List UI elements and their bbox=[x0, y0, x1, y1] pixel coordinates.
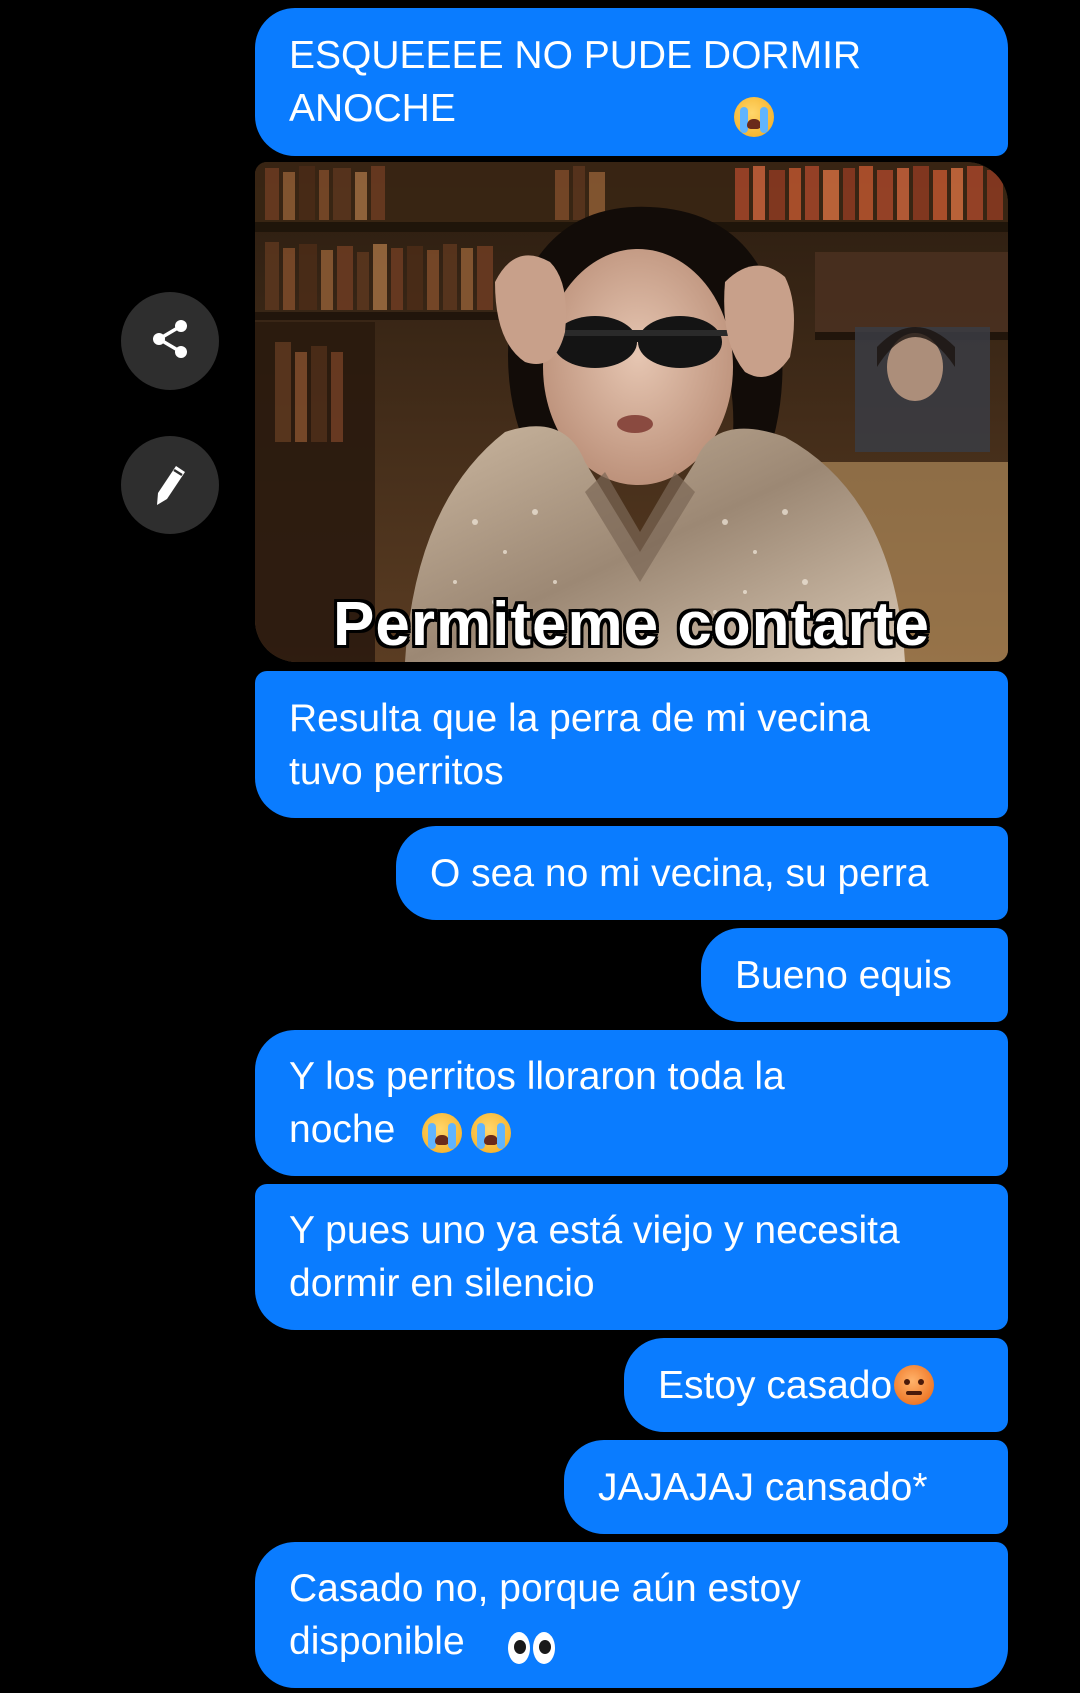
message-text: Y pues uno ya está viejo y necesita dorm… bbox=[289, 1209, 900, 1305]
message-thread: ESQUEEEE NO PUDE DORMIR ANOCHE Permiteme… bbox=[0, 0, 1080, 1693]
share-icon bbox=[148, 317, 192, 366]
loudly-crying-face-emoji bbox=[422, 1113, 462, 1153]
loudly-crying-face-emoji bbox=[471, 1113, 511, 1153]
message-text: Y los perritos lloraron toda la noche bbox=[289, 1055, 785, 1151]
pencil-icon bbox=[148, 461, 192, 510]
meme-picture bbox=[255, 162, 1008, 662]
message-text: Estoy casado bbox=[658, 1363, 893, 1407]
message-bubble[interactable]: ESQUEEEE NO PUDE DORMIR ANOCHE bbox=[255, 8, 1008, 156]
message-bubble[interactable]: Estoy casado bbox=[624, 1338, 1008, 1432]
message-text: O sea no mi vecina, su perra bbox=[430, 851, 929, 895]
meme-caption: Permiteme contarte bbox=[333, 590, 930, 659]
message-bubble[interactable]: Y pues uno ya está viejo y necesita dorm… bbox=[255, 1184, 1008, 1330]
message-text: ESQUEEEE NO PUDE DORMIR ANOCHE bbox=[289, 34, 862, 130]
eyes-emoji bbox=[508, 1630, 556, 1666]
message-text: Bueno equis bbox=[735, 953, 952, 997]
share-button[interactable] bbox=[121, 292, 219, 390]
angry-face-emoji bbox=[894, 1365, 935, 1405]
meme-image[interactable]: Permiteme contarte bbox=[255, 162, 1008, 662]
loudly-crying-face-emoji bbox=[734, 97, 774, 137]
message-bubble[interactable]: Casado no, porque aún estoy disponible bbox=[255, 1542, 1008, 1688]
message-bubble[interactable]: JAJAJAJ cansado* bbox=[564, 1440, 1008, 1534]
message-bubble[interactable]: Bueno equis bbox=[701, 928, 1008, 1022]
edit-button[interactable] bbox=[121, 436, 219, 534]
message-text: JAJAJAJ cansado* bbox=[598, 1465, 928, 1509]
message-bubble[interactable]: O sea no mi vecina, su perra bbox=[396, 826, 1008, 920]
message-text: Resulta que la perra de mi vecina tuvo p… bbox=[289, 696, 870, 793]
message-bubble[interactable]: Y los perritos lloraron toda la noche bbox=[255, 1030, 1008, 1176]
message-bubble[interactable]: Resulta que la perra de mi vecina tuvo p… bbox=[255, 671, 1008, 818]
